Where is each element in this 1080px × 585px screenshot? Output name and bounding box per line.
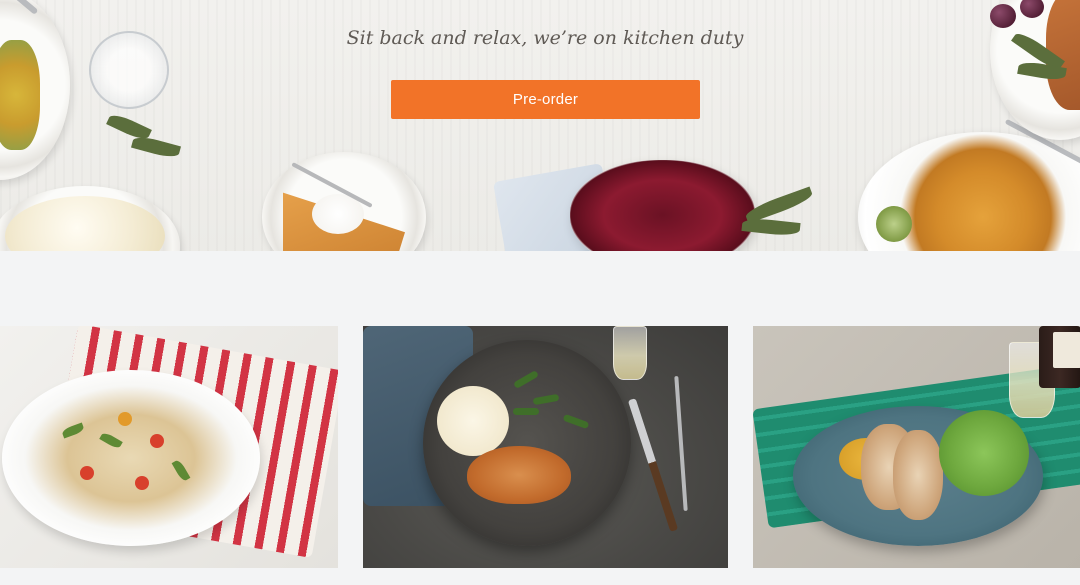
cherry-tomato-image <box>150 434 164 448</box>
knife-image <box>627 398 679 532</box>
cherry-tomato-image <box>80 466 94 480</box>
bay-leaf-image <box>743 186 815 224</box>
fish-fillet-image <box>893 430 943 520</box>
meal-card-roast-chicken[interactable] <box>363 326 728 568</box>
hero-tagline: Sit back and relax, we’re on kitchen dut… <box>346 27 744 49</box>
mashed-potatoes-image <box>437 386 509 456</box>
roast-chicken-image <box>467 446 571 504</box>
meal-card-pasta[interactable] <box>0 326 338 568</box>
wine-glass-image <box>613 326 647 380</box>
preorder-button[interactable]: Pre-order <box>391 80 700 119</box>
mixed-greens-image <box>939 410 1029 496</box>
brussels-sprout-image <box>876 206 912 242</box>
cherry-tomato-image <box>135 476 149 490</box>
pasta-dish-image <box>2 370 260 546</box>
cranberry-sauce-dish-image <box>570 160 755 251</box>
bottle-label-image <box>1053 332 1080 368</box>
broccolini-image <box>513 408 539 415</box>
grape-image <box>990 4 1016 28</box>
vegetable-side-image <box>0 40 40 150</box>
fork-image <box>674 376 688 511</box>
meal-card-fish[interactable] <box>753 326 1080 568</box>
cherry-tomato-image <box>118 412 132 426</box>
hero-banner: Sit back and relax, we’re on kitchen dut… <box>0 0 1080 251</box>
sage-leaf-image <box>131 134 181 160</box>
